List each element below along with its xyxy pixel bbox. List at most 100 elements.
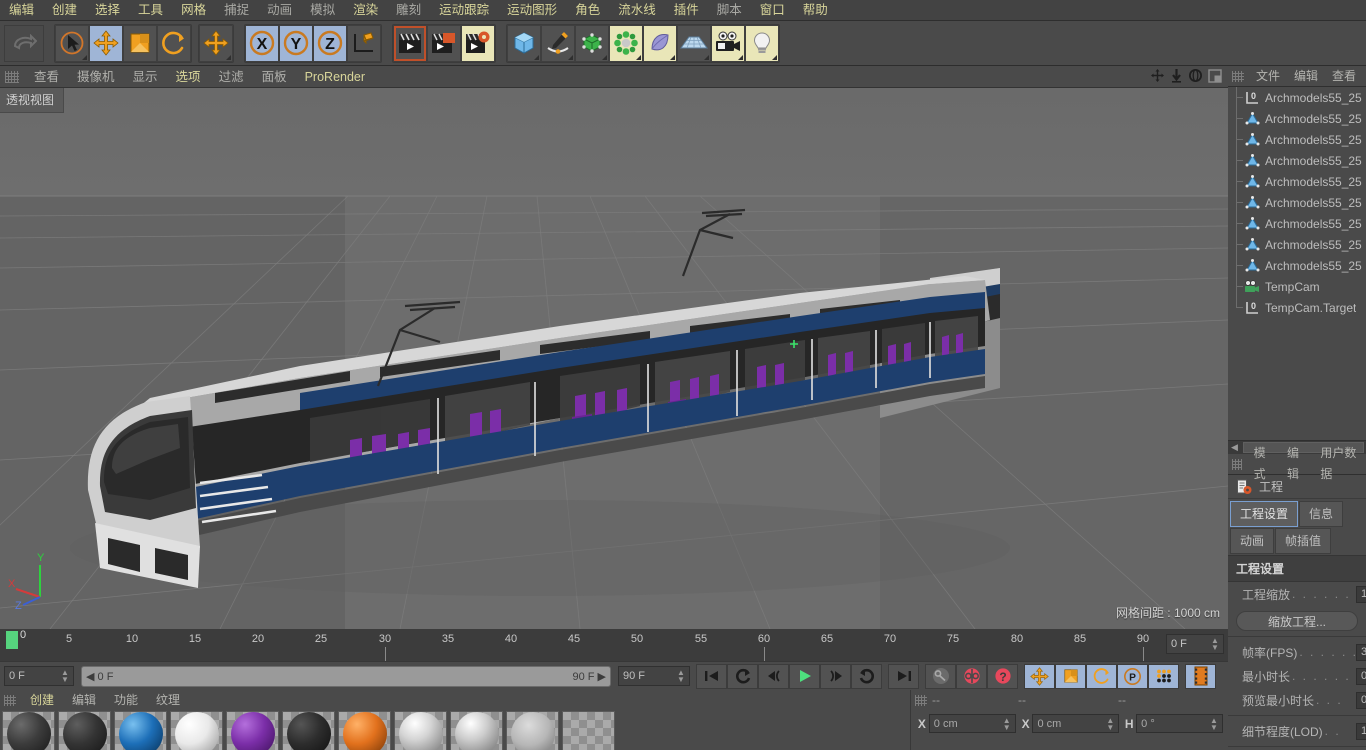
step-back-button[interactable] xyxy=(758,663,789,689)
viewport-stage[interactable]: 透视视图 网格间距 : 1000 cm Y X Z xyxy=(0,88,1228,629)
timeline-ruler[interactable]: 0 5 10 15 20 25 30 35 40 45 50 55 60 65 … xyxy=(0,629,1228,661)
attr-value-field[interactable]: 30 xyxy=(1356,643,1366,661)
object-row-poly-1[interactable]: Archmodels55_25 xyxy=(1228,108,1366,129)
attr-scale-project-button[interactable]: 缩放工程... xyxy=(1236,611,1358,631)
timeline-frame-field[interactable]: 0 F ▲ ▼ xyxy=(1166,634,1224,654)
menu-select[interactable]: 选择 xyxy=(86,0,129,21)
menu-plugins[interactable]: 插件 xyxy=(665,0,708,21)
menu-render[interactable]: 渲染 xyxy=(344,0,387,21)
panel-grip-icon[interactable] xyxy=(5,70,19,83)
object-row-poly-8[interactable]: Archmodels55_25 xyxy=(1228,255,1366,276)
material-swatch-7[interactable] xyxy=(338,711,391,750)
key-scale-button[interactable] xyxy=(1055,663,1086,689)
menu-animate[interactable]: 动画 xyxy=(258,0,301,21)
object-row-tempcam[interactable]: TempCam xyxy=(1228,276,1366,297)
menu-create[interactable]: 创建 xyxy=(43,0,86,21)
current-frame-field[interactable]: 0 F ▲ ▼ xyxy=(4,666,74,686)
attr-row-project-scale[interactable]: 工程缩放 . . . . . . . 1 xyxy=(1228,582,1366,606)
attr-row-lod[interactable]: 细节程度(LOD) . . 100 % xyxy=(1228,719,1366,743)
object-manager-tree[interactable]: 0 Archmodels55_25 Archmodels55_25 Archmo… xyxy=(1228,87,1366,440)
spinner-icon[interactable]: ▲ ▼ xyxy=(1210,716,1218,731)
panel-grip-icon[interactable] xyxy=(4,695,16,706)
attr-tab-info[interactable]: 信息 xyxy=(1299,501,1344,527)
transform-tool[interactable] xyxy=(199,24,233,62)
material-menu-create[interactable]: 创建 xyxy=(21,690,63,711)
coordinates-menu-3[interactable]: -- xyxy=(1118,690,1126,711)
menu-character[interactable]: 角色 xyxy=(566,0,609,21)
object-row-poly-4[interactable]: Archmodels55_25 xyxy=(1228,171,1366,192)
attr-tab-animation[interactable]: 动画 xyxy=(1230,528,1275,554)
material-menu-edit[interactable]: 编辑 xyxy=(63,690,105,711)
spinner-icon[interactable]: ▲ ▼ xyxy=(1106,716,1114,731)
attr-value-field[interactable]: 100 % xyxy=(1356,722,1366,740)
move-tool[interactable] xyxy=(89,24,123,62)
dolly-icon[interactable] xyxy=(1170,68,1183,83)
key-param-button[interactable]: P xyxy=(1117,663,1148,689)
object-menu-edit[interactable]: 编辑 xyxy=(1287,66,1325,87)
material-swatch-3[interactable] xyxy=(114,711,167,750)
autokey-toggle-button[interactable] xyxy=(925,663,956,689)
lock-y-axis-button[interactable]: Y xyxy=(279,24,313,62)
menu-snap[interactable]: 捕捉 xyxy=(215,0,258,21)
menu-mesh[interactable]: 网格 xyxy=(172,0,215,21)
material-menu-function[interactable]: 功能 xyxy=(105,690,147,711)
material-swatch-11[interactable] xyxy=(562,711,615,750)
material-swatch-1[interactable] xyxy=(2,711,55,750)
step-forward-button[interactable] xyxy=(820,663,851,689)
key-position-button[interactable] xyxy=(1024,663,1055,689)
viewport[interactable]: 查看 摄像机 显示 选项 过滤 面板 ProRender 透视视图 网格间距:… xyxy=(0,66,1228,629)
end-frame-field[interactable]: 90 F ▲ ▼ xyxy=(618,666,690,686)
object-menu-view[interactable]: 查看 xyxy=(1325,66,1363,87)
material-swatch-5[interactable] xyxy=(226,711,279,750)
timeline-playhead[interactable] xyxy=(6,631,18,649)
menu-window[interactable]: 窗口 xyxy=(751,0,794,21)
play-button[interactable] xyxy=(789,663,820,689)
add-light-button[interactable] xyxy=(745,24,779,62)
add-cube-button[interactable] xyxy=(507,24,541,62)
attr-tab-frame-interpolation[interactable]: 帧插值 xyxy=(1275,528,1332,554)
rotate-tool[interactable] xyxy=(157,24,191,62)
menu-mograph[interactable]: 运动图形 xyxy=(498,0,566,21)
coordinates-menu-1[interactable]: -- xyxy=(932,690,1018,711)
add-spline-button[interactable] xyxy=(541,24,575,62)
attr-value-field[interactable]: 0 F xyxy=(1356,691,1366,709)
viewport-menu-cameras[interactable]: 摄像机 xyxy=(68,66,124,88)
key-pla-button[interactable] xyxy=(1148,663,1179,689)
object-row-tempcam-target[interactable]: 0 TempCam.Target xyxy=(1228,297,1366,318)
add-camera-button[interactable] xyxy=(711,24,745,62)
material-swatch-10[interactable] xyxy=(506,711,559,750)
material-swatch-2[interactable] xyxy=(58,711,111,750)
spinner-icon[interactable]: ▲ ▼ xyxy=(1211,637,1219,652)
attr-menu-edit[interactable]: 编辑 xyxy=(1280,443,1313,485)
tram-model[interactable] xyxy=(0,88,1228,629)
menu-edit[interactable]: 编辑 xyxy=(0,0,43,21)
go-to-end-button[interactable] xyxy=(888,663,919,689)
go-to-previous-key-button[interactable] xyxy=(727,663,758,689)
attr-tab-project-settings[interactable]: 工程设置 xyxy=(1230,501,1299,527)
menu-tools[interactable]: 工具 xyxy=(129,0,172,21)
spinner-icon[interactable]: ▲ ▼ xyxy=(1003,716,1011,731)
lock-x-axis-button[interactable]: X xyxy=(245,24,279,62)
autokeying-button[interactable]: ? xyxy=(987,663,1018,689)
scroll-left-arrow-icon[interactable]: ◀ xyxy=(1228,442,1241,453)
coordinates-menu-2[interactable]: -- xyxy=(1018,690,1118,711)
go-to-next-key-button[interactable] xyxy=(851,663,882,689)
maximize-view-icon[interactable] xyxy=(1208,68,1222,83)
object-row-poly-2[interactable]: Archmodels55_25 xyxy=(1228,129,1366,150)
add-generator-button[interactable] xyxy=(575,24,609,62)
attr-menu-userdata[interactable]: 用户数据 xyxy=(1313,443,1366,485)
preview-range-bar[interactable]: ◀ 0 F 90 F ▶ xyxy=(81,665,611,687)
menu-simulate[interactable]: 模拟 xyxy=(301,0,344,21)
add-floor-button[interactable] xyxy=(677,24,711,62)
pan-icon[interactable] xyxy=(1150,68,1165,83)
go-to-start-button[interactable] xyxy=(696,663,727,689)
object-row-null[interactable]: 0 Archmodels55_25 xyxy=(1228,87,1366,108)
coord-size-x[interactable]: 0 cm ▲ ▼ xyxy=(1032,714,1120,733)
lock-z-axis-button[interactable]: Z xyxy=(313,24,347,62)
menu-motion-tracker[interactable]: 运动跟踪 xyxy=(430,0,498,21)
range-start-arrow-icon[interactable]: ◀ 0 F xyxy=(86,670,113,683)
timeline-ticks[interactable]: 0 5 10 15 20 25 30 35 40 45 50 55 60 65 … xyxy=(0,629,1228,661)
viewport-menu-display[interactable]: 显示 xyxy=(124,66,167,88)
material-swatch-8[interactable] xyxy=(394,711,447,750)
attr-value-field[interactable]: 0 F xyxy=(1356,667,1366,685)
